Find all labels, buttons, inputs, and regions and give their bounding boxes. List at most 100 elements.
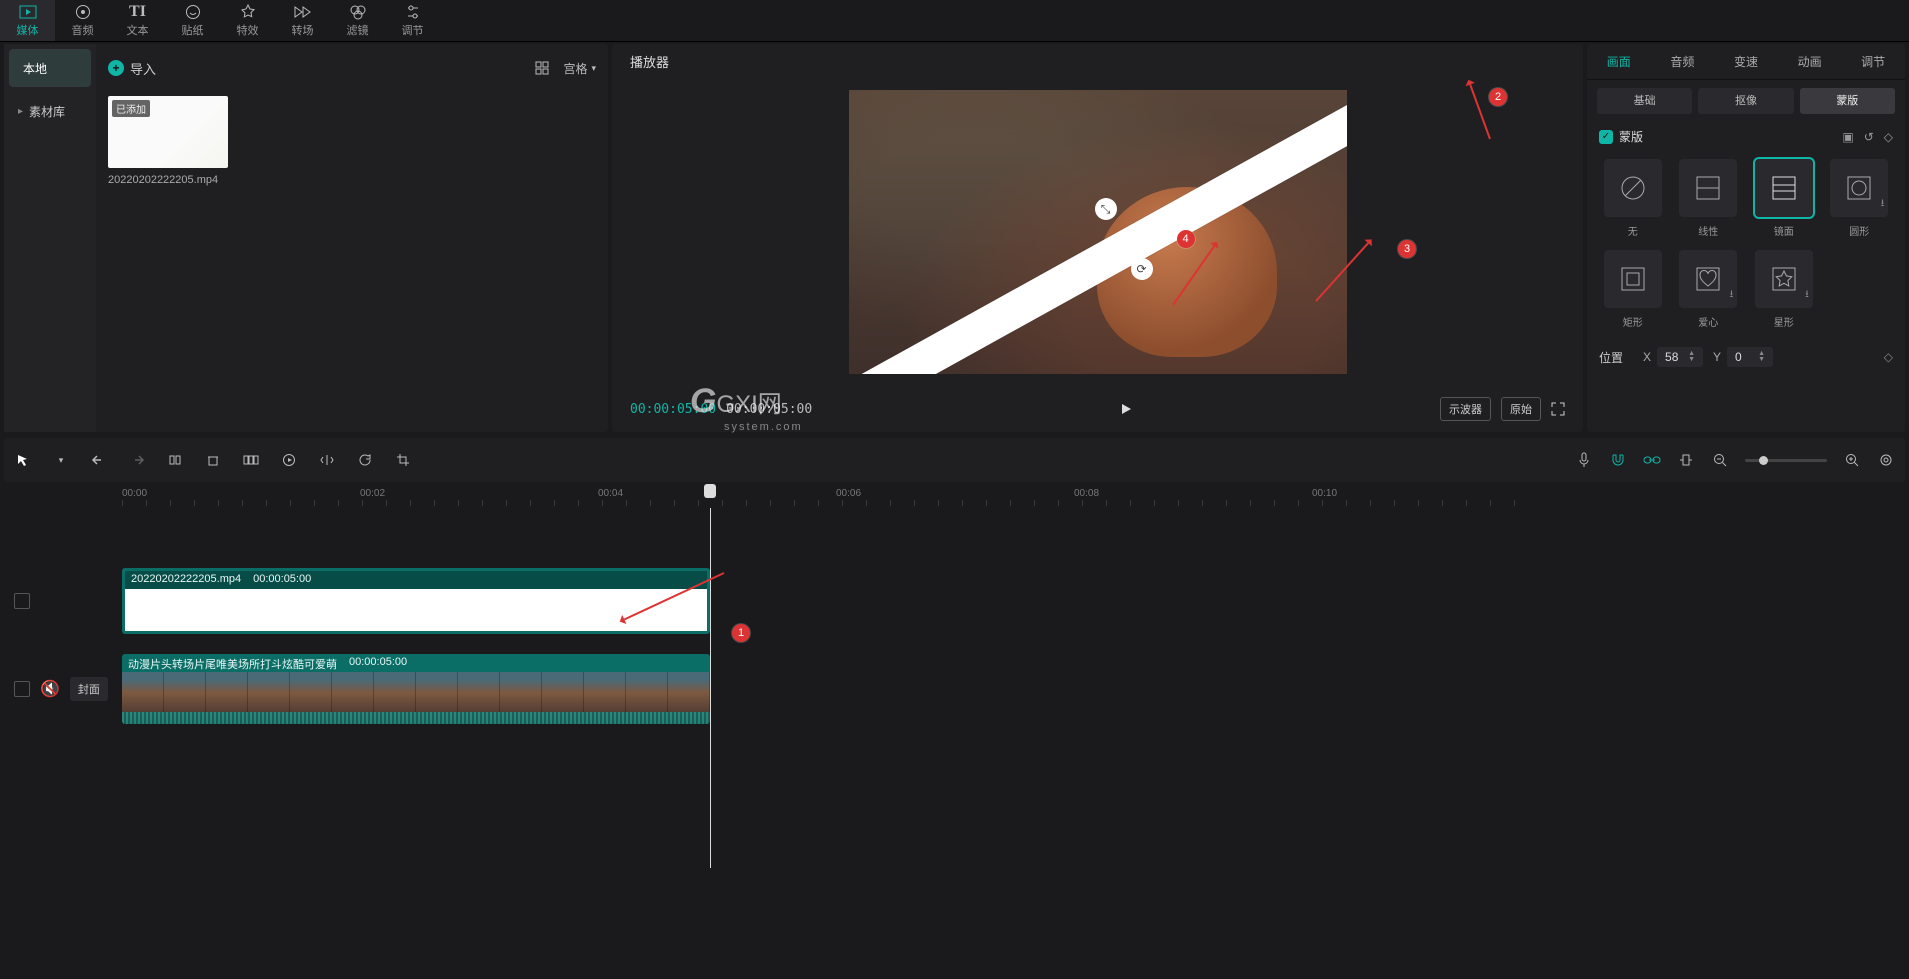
mirror-button[interactable] — [318, 451, 336, 469]
nav-text[interactable]: TI 文本 — [110, 0, 165, 41]
ruler-tick: 00:04 — [598, 488, 623, 499]
delete-button[interactable] — [204, 451, 222, 469]
mute-toggle[interactable]: 🔇 — [40, 679, 60, 699]
subtab-matte[interactable]: 抠像 — [1698, 88, 1793, 114]
keyframe-icon[interactable]: ◇ — [1884, 350, 1893, 364]
subtab-basic[interactable]: 基础 — [1597, 88, 1692, 114]
nav-adjust[interactable]: 调节 — [385, 0, 440, 41]
pos-x-input[interactable]: X 58▲▼ — [1643, 347, 1703, 367]
clip-main[interactable]: 动漫片头转场片尾唯美场所打斗炫酷可爱萌00:00:05:00 — [122, 654, 710, 724]
save-preset-icon[interactable]: ▣ — [1842, 130, 1853, 144]
link-button[interactable] — [1643, 451, 1661, 469]
sidebar-item-local[interactable]: 本地 — [9, 49, 91, 87]
nav-audio[interactable]: 音频 — [55, 0, 110, 41]
mask-checkbox[interactable]: ✓蒙版 — [1599, 128, 1643, 145]
ruler-tick: 00:08 — [1074, 488, 1099, 499]
mask-circle[interactable]: ⭳圆形 — [1828, 159, 1892, 238]
redo-button[interactable] — [128, 451, 146, 469]
nav-text-label: 文本 — [110, 22, 165, 38]
mask-star[interactable]: ⭳星形 — [1752, 250, 1816, 329]
split-button[interactable] — [166, 451, 184, 469]
zoom-fit-button[interactable] — [1877, 451, 1895, 469]
mask-stripe[interactable] — [849, 90, 1347, 374]
magnet-button[interactable] — [1609, 451, 1627, 469]
clip-name: 20220202222205.mp4 — [131, 573, 241, 587]
subtab-mask[interactable]: 蒙版 — [1800, 88, 1895, 114]
view-options: 宫格▾ — [535, 60, 596, 77]
crop-button[interactable] — [394, 451, 412, 469]
player-title: 播放器 — [612, 44, 1583, 78]
track-head-overlay — [4, 593, 118, 609]
nav-effect[interactable]: 特效 — [220, 0, 275, 41]
annotation-2: 2 — [1489, 88, 1507, 106]
tab-audio[interactable]: 音频 — [1651, 44, 1715, 79]
keyframe-icon[interactable]: ◇ — [1884, 130, 1893, 144]
pointer-mode-chevron[interactable]: ▾ — [52, 451, 70, 469]
audio-icon — [55, 3, 110, 21]
added-badge: 已添加 — [112, 100, 150, 117]
reset-icon[interactable]: ↺ — [1864, 130, 1874, 144]
import-button[interactable]: + 导入 — [108, 59, 156, 78]
timeline-tracks[interactable]: 20220202222205.mp4 00:00:05:00 🔇 封面 动漫片头转… — [4, 508, 1905, 868]
zoom-out-button[interactable] — [1711, 451, 1729, 469]
inspector-panel: 画面 音频 变速 动画 调节 基础 抠像 蒙版 ✓蒙版 ▣ ↺ ◇ 无 线性 镜… — [1587, 44, 1905, 432]
ruler-tick: 00:10 — [1312, 488, 1337, 499]
timeline-ruler[interactable]: 00:00 00:02 00:04 00:06 00:08 00:10 — [4, 482, 1905, 508]
nav-filter-label: 滤镜 — [330, 22, 385, 38]
view-mode-select[interactable]: 宫格▾ — [563, 60, 596, 77]
undo-button[interactable] — [90, 451, 108, 469]
layout-icon[interactable] — [535, 61, 549, 75]
tab-adjust[interactable]: 调节 — [1841, 44, 1905, 79]
pointer-tool[interactable] — [14, 451, 32, 469]
mic-button[interactable] — [1575, 451, 1593, 469]
sticker-icon — [165, 3, 220, 21]
mask-header: ✓蒙版 ▣ ↺ ◇ — [1587, 122, 1905, 149]
mask-linear[interactable]: 线性 — [1677, 159, 1741, 238]
nav-filter[interactable]: 滤镜 — [330, 0, 385, 41]
nav-sticker[interactable]: 贴纸 — [165, 0, 220, 41]
track-lock-toggle[interactable] — [14, 593, 30, 609]
original-button[interactable]: 原始 — [1501, 397, 1541, 421]
tab-speed[interactable]: 变速 — [1714, 44, 1778, 79]
tab-picture[interactable]: 画面 — [1587, 44, 1651, 79]
download-icon: ⭳ — [1881, 196, 1885, 213]
tab-anim[interactable]: 动画 — [1778, 44, 1842, 79]
inspector-subtabs: 基础 抠像 蒙版 — [1587, 80, 1905, 122]
nav-transition[interactable]: 转场 — [275, 0, 330, 41]
scopes-button[interactable]: 示波器 — [1440, 397, 1491, 421]
mask-rect[interactable]: 矩形 — [1601, 250, 1665, 329]
feather-handle[interactable]: ⤡ — [1095, 198, 1117, 220]
preview-cut-button[interactable] — [1677, 451, 1695, 469]
thumb-image: 已添加 — [108, 96, 228, 168]
track-lock-toggle[interactable] — [14, 681, 30, 697]
nav-media[interactable]: 媒体 — [0, 0, 55, 41]
preview-canvas[interactable]: ⤡ ⟳ 4 — [849, 90, 1347, 374]
clip-duration: 00:00:05:00 — [349, 656, 407, 670]
player-stage[interactable]: ⤡ ⟳ 4 — [612, 78, 1583, 386]
time-total: 00:00:05:00 — [726, 402, 812, 417]
zoom-slider[interactable] — [1745, 459, 1827, 462]
rotate-button[interactable] — [356, 451, 374, 469]
sidebar-item-library[interactable]: ▸素材库 — [4, 92, 96, 130]
fullscreen-icon[interactable] — [1551, 402, 1565, 416]
media-panel: 本地 ▸素材库 + 导入 宫格▾ 已添加 20220202222205.mp4 — [4, 44, 608, 432]
ruler-tick: 00:02 — [360, 488, 385, 499]
snapshot-button[interactable] — [242, 451, 260, 469]
mask-none[interactable]: 无 — [1601, 159, 1665, 238]
clip-duration: 00:00:05:00 — [253, 573, 311, 587]
play-button[interactable] — [1117, 400, 1135, 418]
rotate-handle[interactable]: ⟳ — [1131, 258, 1153, 280]
filter-icon — [330, 3, 385, 21]
position-row: 位置 X 58▲▼ Y 0▲▼ ◇ — [1587, 337, 1905, 377]
zoom-in-button[interactable] — [1843, 451, 1861, 469]
media-sidebar: 本地 ▸素材库 — [4, 44, 96, 432]
media-thumb[interactable]: 已添加 20220202222205.mp4 — [108, 96, 228, 186]
plus-icon: + — [108, 60, 124, 76]
sidebar-item-label: 素材库 — [29, 103, 65, 120]
pos-y-input[interactable]: Y 0▲▼ — [1713, 347, 1773, 367]
mask-mirror[interactable]: 镜面 — [1752, 159, 1816, 238]
mask-heart[interactable]: ⭳爱心 — [1677, 250, 1741, 329]
cover-button[interactable]: 封面 — [70, 677, 108, 701]
main-row: 本地 ▸素材库 + 导入 宫格▾ 已添加 20220202222205.mp4 — [0, 42, 1909, 432]
reverse-button[interactable] — [280, 451, 298, 469]
